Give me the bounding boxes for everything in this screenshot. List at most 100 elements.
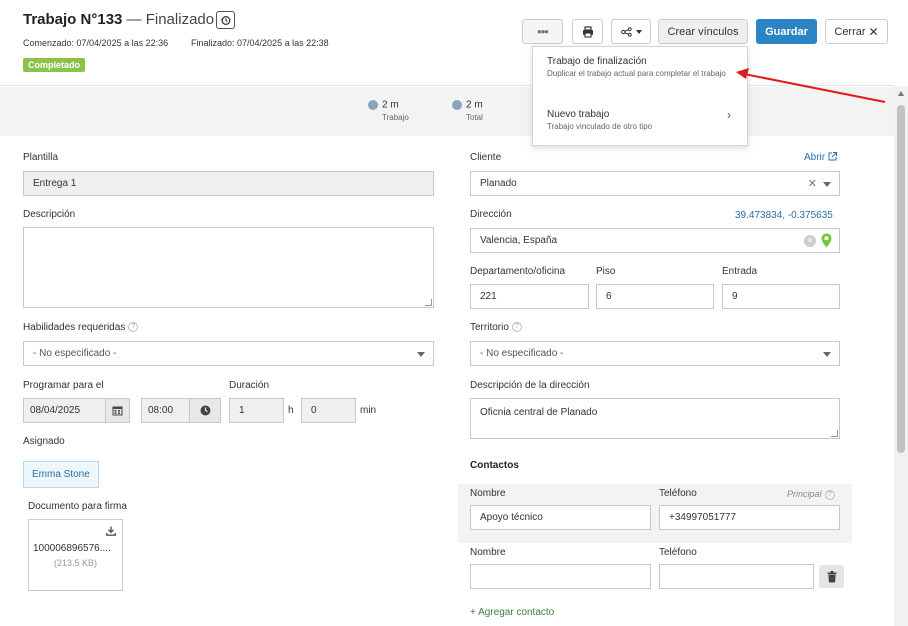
contact-name-label: Nombre — [470, 547, 506, 558]
principal-label: Principal? — [787, 489, 835, 500]
share-links-button[interactable] — [611, 19, 651, 44]
more-dots-icon: ••• — [537, 24, 549, 39]
address-desc-textarea[interactable]: Oficnia central de Planado — [470, 398, 840, 439]
vertical-scrollbar[interactable] — [894, 86, 908, 626]
coordinates-link[interactable]: 39.473834, -0.375635 — [735, 210, 833, 221]
contact-phone-input[interactable]: +34997051777 — [659, 505, 840, 530]
template-label: Plantilla — [23, 152, 59, 163]
skills-selected-value: - No especificado - — [33, 348, 117, 359]
minutes-unit: min — [360, 405, 377, 416]
time-picker-button[interactable] — [190, 398, 221, 423]
new-contact-phone-input[interactable] — [659, 564, 814, 589]
calendar-icon — [112, 406, 123, 416]
menu-item-description: Duplicar el trabajo actual para completa… — [547, 69, 726, 78]
clear-circle-icon[interactable]: ✕ — [804, 235, 816, 247]
floor-label: Piso — [596, 266, 616, 277]
principal-label-text: Principal — [787, 489, 822, 499]
hours-unit: h — [288, 405, 294, 416]
finished-date: Finalizado: 07/04/2025 a las 22:38 — [191, 38, 329, 48]
title-separator: — — [126, 11, 142, 28]
job-state: Finalizado — [145, 11, 215, 28]
add-contact-link[interactable]: + Agregar contacto — [470, 607, 554, 618]
department-input[interactable]: 221 — [470, 284, 589, 309]
description-label: Descripción — [23, 209, 76, 220]
clock-icon — [452, 100, 462, 111]
territory-select[interactable]: - No especificado - — [470, 341, 840, 366]
help-icon[interactable]: ? — [128, 322, 139, 333]
address-desc-value: Oficnia central de Planado — [480, 407, 598, 418]
clock-icon — [200, 405, 210, 416]
close-button[interactable]: Cerrar ✕ — [825, 19, 888, 44]
scroll-up-icon[interactable] — [898, 91, 904, 96]
menu-item-new-job[interactable]: Nuevo trabajo Trabajo vinculado de otro … — [547, 109, 727, 134]
document-size: (213.5 KB) — [53, 558, 98, 568]
resize-handle-icon[interactable] — [831, 430, 838, 437]
help-icon[interactable]: ? — [824, 489, 835, 500]
skills-label-text: Habilidades requeridas — [23, 322, 126, 333]
save-button[interactable]: Guardar — [756, 19, 817, 44]
entrance-label: Entrada — [722, 266, 758, 277]
client-select[interactable]: Planado ✕ — [470, 171, 840, 196]
duration-minutes-input[interactable]: 0 — [301, 398, 356, 423]
clear-icon[interactable]: ✕ — [808, 177, 817, 190]
document-name: 100006896576.... — [33, 543, 111, 554]
territory-label: Territorio? — [470, 322, 522, 333]
open-client-link[interactable]: Abrir — [804, 152, 837, 163]
schedule-date-input[interactable]: 08/04/2025 — [23, 398, 106, 423]
contacts-heading: Contactos — [470, 460, 519, 471]
contact-phone-label: Teléfono — [659, 488, 697, 499]
play-icon — [368, 100, 378, 111]
floor-input[interactable]: 6 — [596, 284, 714, 309]
map-pin-icon[interactable] — [821, 233, 832, 248]
address-desc-label: Descripción de la dirección — [470, 380, 590, 391]
stat-value: 2 m — [382, 99, 399, 111]
skills-select[interactable]: - No especificado - — [23, 341, 434, 366]
address-input[interactable]: Valencia, España ✕ — [470, 228, 840, 253]
client-label: Cliente — [470, 152, 502, 163]
duration-label: Duración — [229, 380, 270, 391]
stat-label: Total — [466, 113, 483, 122]
more-button[interactable]: ••• — [522, 19, 563, 44]
template-field: Entrega 1 — [23, 171, 434, 196]
new-contact-name-input[interactable] — [470, 564, 651, 589]
external-link-icon — [828, 152, 837, 161]
delete-contact-button[interactable] — [819, 565, 844, 588]
status-badge: Completado — [23, 58, 86, 72]
trash-icon — [827, 570, 836, 582]
department-label: Departamento/oficina — [470, 266, 566, 277]
menu-item-title: Trabajo de finalización — [547, 56, 647, 67]
contact-phone-label: Teléfono — [659, 547, 697, 558]
create-links-button[interactable]: Crear vínculos — [658, 19, 748, 44]
territory-selected-value: - No especificado - — [480, 348, 564, 359]
help-icon[interactable]: ? — [511, 322, 522, 333]
document-card[interactable]: 100006896576.... (213.5 KB) — [28, 519, 123, 591]
assignee-chip[interactable]: Emma Stone — [23, 461, 99, 488]
create-links-dropdown: Trabajo de finalización Duplicar el trab… — [532, 46, 748, 146]
job-number: Trabajo N°133 — [23, 11, 123, 28]
page-title: Trabajo N°133 — Finalizado — [23, 11, 214, 28]
share-icon — [620, 26, 632, 37]
contact-name-input[interactable]: Apoyo técnico — [470, 505, 651, 530]
stat-label: Trabajo — [382, 113, 409, 122]
history-button[interactable] — [216, 11, 235, 29]
download-icon[interactable] — [106, 526, 116, 536]
menu-item-finalization-job[interactable]: Trabajo de finalización Duplicar el trab… — [547, 56, 727, 81]
entrance-input[interactable]: 9 — [722, 284, 840, 309]
skills-label: Habilidades requeridas? — [23, 322, 139, 333]
signature-doc-label: Documento para firma — [28, 501, 127, 512]
chevron-down-icon — [635, 29, 642, 34]
resize-handle-icon[interactable] — [425, 299, 432, 306]
print-button[interactable] — [572, 19, 603, 44]
scrollbar-thumb[interactable] — [897, 105, 905, 453]
chevron-right-icon: › — [727, 108, 731, 122]
menu-item-description: Trabajo vinculado de otro tipo — [547, 122, 653, 131]
history-icon — [220, 15, 231, 25]
chevron-down-icon — [417, 352, 425, 357]
address-value: Valencia, España — [480, 235, 558, 246]
description-textarea[interactable] — [23, 227, 434, 308]
duration-hours-input[interactable]: 1 — [229, 398, 284, 423]
stat-total-time: 2 m Total — [452, 99, 483, 122]
schedule-time-input[interactable]: 08:00 — [141, 398, 190, 423]
client-selected-value: Planado — [480, 178, 517, 189]
calendar-button[interactable] — [106, 398, 130, 423]
